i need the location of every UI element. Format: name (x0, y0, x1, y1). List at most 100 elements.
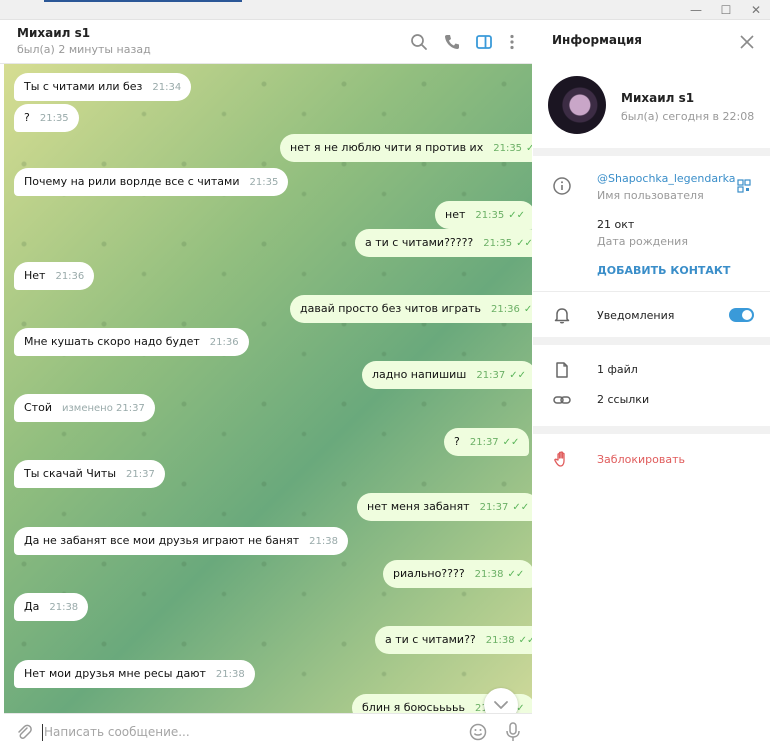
block-hand-icon (554, 451, 565, 467)
message-time: 21:35 (249, 177, 279, 188)
divider (533, 291, 770, 292)
incoming-message[interactable]: Нет 21:36 (14, 262, 95, 290)
incoming-message[interactable]: Ты скачай Читы 21:37 (14, 460, 165, 488)
message-text: нет (445, 208, 466, 221)
message-text: Ты с читами или без (24, 80, 143, 93)
profile-name: Михаил s1 (621, 91, 695, 105)
message-text: нет я не люблю чити я против их (290, 141, 484, 154)
message-text: Почему на рили ворлде все с читами (24, 175, 240, 188)
chat-panel: Михаил s1 был(а) 2 минуты назад Ты с чит… (0, 20, 532, 750)
close-icon[interactable] (739, 34, 755, 50)
text-caret (42, 724, 43, 741)
phone-icon[interactable] (441, 31, 463, 53)
message-text: нет меня забанят (367, 500, 470, 513)
info-panel: Информация Михаил s1 был(а) сегодня в 22… (533, 20, 770, 750)
maximize-button[interactable]: ☐ (711, 1, 741, 19)
incoming-message[interactable]: Мне кушать скоро надо будет 21:36 (14, 328, 249, 356)
message-text: Да (24, 600, 40, 613)
chat-title[interactable]: Михаил s1 (17, 26, 90, 40)
sidebar-toggle-icon[interactable] (473, 31, 495, 53)
read-receipt-icon: ✓✓ (526, 143, 532, 154)
message-text: Да не забанят все мои друзья играют не б… (24, 534, 300, 547)
message-text: Нет (24, 269, 46, 282)
message-time: 21:38 (474, 569, 504, 580)
read-receipt-icon: ✓✓ (518, 635, 532, 646)
close-window-button[interactable]: ✕ (741, 1, 770, 19)
avatar[interactable] (548, 76, 606, 134)
chat-header: Михаил s1 был(а) 2 минуты назад (0, 20, 532, 64)
message-text: ? (24, 111, 30, 124)
chat-status: был(а) 2 минуты назад (17, 43, 151, 56)
minimize-button[interactable]: — (681, 1, 711, 19)
username-link[interactable]: @Shapochka_legendarka (597, 172, 736, 185)
more-options-icon[interactable] (501, 31, 523, 53)
outgoing-message[interactable]: нет меня забанят 21:37 ✓✓ (357, 493, 532, 521)
files-item[interactable]: 1 файл (597, 363, 638, 376)
read-receipt-icon: ✓✓ (523, 304, 532, 315)
links-item[interactable]: 2 ссылки (597, 393, 649, 406)
section-divider (533, 426, 770, 434)
read-receipt-icon: ✓✓ (509, 370, 526, 381)
message-text: Ты скачай Читы (24, 467, 117, 480)
outgoing-message[interactable]: а ти с читами?? 21:38 ✓✓ (375, 626, 532, 654)
outgoing-message[interactable]: нет 21:35 ✓✓ (435, 201, 532, 229)
message-text: ладно напишиш (372, 368, 467, 381)
read-receipt-icon: ✓✓ (516, 238, 532, 249)
incoming-message[interactable]: Стой изменено 21:37 (14, 394, 155, 422)
outgoing-message[interactable]: а ти с читами????? 21:35 ✓✓ (355, 229, 532, 257)
search-icon[interactable] (408, 31, 430, 53)
message-text: блин я боюсььььь (362, 701, 466, 713)
message-text: а ти с читами????? (365, 236, 474, 249)
info-icon (553, 177, 571, 195)
attach-icon[interactable] (14, 722, 34, 742)
qr-code-icon[interactable] (737, 179, 751, 193)
section-divider (533, 148, 770, 156)
message-input[interactable]: Написать сообщение... (44, 725, 190, 739)
section-divider (533, 337, 770, 345)
incoming-message[interactable]: Да 21:38 (14, 593, 89, 621)
outgoing-message[interactable]: ? 21:37 ✓✓ (444, 428, 530, 456)
read-receipt-icon: ✓✓ (507, 569, 525, 580)
notifications-label: Уведомления (597, 309, 675, 322)
message-time: 21:36 (55, 271, 85, 282)
message-text: риально???? (393, 567, 465, 580)
window-titlebar: — ☐ ✕ (0, 0, 770, 20)
outgoing-message[interactable]: нет я не люблю чити я против их 21:35✓✓ (280, 134, 532, 162)
incoming-message[interactable]: Нет мои друзья мне ресы дают 21:38 (14, 660, 255, 688)
incoming-message[interactable]: Да не забанят все мои друзья играют не б… (14, 527, 348, 555)
link-icon (553, 396, 571, 404)
profile-last-seen: был(а) сегодня в 22:08 (621, 110, 755, 123)
incoming-message[interactable]: Ты с читами или без 21:34 (14, 73, 192, 101)
block-user-button[interactable]: Заблокировать (597, 453, 685, 466)
message-time: 21:35 (475, 210, 505, 221)
add-contact-button[interactable]: ДОБАВИТЬ КОНТАКТ (597, 264, 730, 277)
incoming-message[interactable]: ? 21:35 (14, 104, 79, 132)
message-time: 21:38 (215, 669, 245, 680)
emoji-icon[interactable] (468, 722, 488, 742)
birthday-value: 21 окт (597, 218, 635, 231)
bell-icon (554, 308, 570, 324)
message-time: изменено 21:37 (61, 403, 145, 414)
read-receipt-icon: ✓✓ (502, 437, 520, 448)
message-composer: Написать сообщение... (4, 713, 532, 750)
message-time: 21:37 (469, 437, 499, 448)
message-text: Мне кушать скоро надо будет (24, 335, 200, 348)
message-text: Нет мои друзья мне ресы дают (24, 667, 206, 680)
notifications-toggle[interactable] (729, 308, 754, 322)
message-time: 21:38 (49, 602, 79, 613)
outgoing-message[interactable]: давай просто без читов играть 21:36✓✓ (290, 295, 532, 323)
microphone-icon[interactable] (503, 721, 523, 743)
outgoing-message[interactable]: риально???? 21:38 ✓✓ (383, 560, 532, 588)
message-text: ? (454, 435, 460, 448)
incoming-message[interactable]: Почему на рили ворлде все с читами 21:35 (14, 168, 289, 196)
message-text: давай просто без читов играть (300, 302, 482, 315)
message-list[interactable]: Ты с читами или без 21:34? 21:35 нет я не л… (4, 64, 532, 713)
message-time: 21:37 (476, 370, 506, 381)
message-time: 21:36 (209, 337, 239, 348)
outgoing-message[interactable]: ладно напишиш 21:37 ✓✓ (362, 361, 532, 389)
active-tab-indicator (44, 0, 242, 2)
message-time: 21:35 (483, 238, 513, 249)
message-time: 21:37 (479, 502, 509, 513)
message-time: 21:38 (485, 635, 515, 646)
message-time: 21:36 (491, 304, 520, 315)
